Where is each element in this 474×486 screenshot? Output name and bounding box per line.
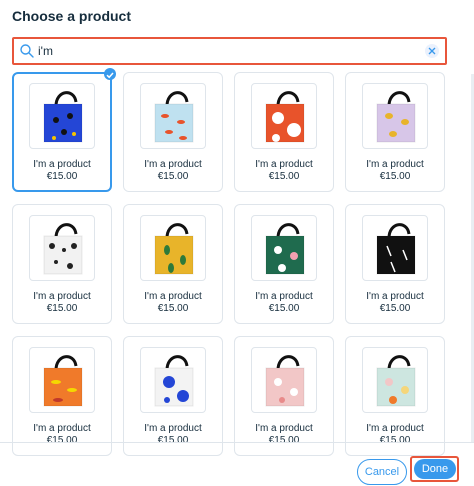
product-card[interactable]: I'm a product €15.00 — [123, 72, 223, 192]
product-name: I'm a product — [33, 423, 91, 434]
product-price: €15.00 — [46, 303, 78, 314]
product-card[interactable]: I'm a product €15.00 — [345, 72, 445, 192]
product-name: I'm a product — [144, 159, 202, 170]
product-card[interactable]: I'm a product €15.00 — [345, 336, 445, 456]
product-price: €15.00 — [46, 171, 78, 182]
product-image — [362, 215, 428, 281]
product-card[interactable]: I'm a product €15.00 — [234, 204, 334, 324]
product-price: €15.00 — [268, 171, 300, 182]
product-price: €15.00 — [157, 171, 189, 182]
search-box[interactable] — [12, 37, 447, 65]
clear-search-button[interactable] — [425, 44, 439, 58]
product-card[interactable]: I'm a product €15.00 — [123, 336, 223, 456]
product-price: €15.00 — [379, 171, 411, 182]
product-name: I'm a product — [144, 423, 202, 434]
product-card[interactable]: I'm a product €15.00 — [234, 336, 334, 456]
footer-divider — [0, 442, 474, 443]
product-name: I'm a product — [366, 291, 424, 302]
product-price: €15.00 — [379, 303, 411, 314]
product-name: I'm a product — [366, 423, 424, 434]
product-name: I'm a product — [255, 423, 313, 434]
product-image — [362, 83, 428, 149]
check-icon — [104, 68, 116, 80]
product-price: €15.00 — [46, 435, 78, 446]
product-card[interactable]: I'm a product €15.00 — [12, 336, 112, 456]
done-button[interactable]: Done — [414, 459, 456, 479]
product-image — [362, 347, 428, 413]
product-card[interactable]: I'm a product €15.00 — [12, 68, 116, 192]
product-name: I'm a product — [255, 159, 313, 170]
product-image — [140, 347, 206, 413]
product-card[interactable]: I'm a product €15.00 — [234, 72, 334, 192]
product-image — [251, 83, 317, 149]
product-image — [29, 215, 95, 281]
product-card[interactable]: I'm a product €15.00 — [123, 204, 223, 324]
product-image — [140, 83, 206, 149]
dialog-title: Choose a product — [12, 8, 132, 24]
product-image — [251, 347, 317, 413]
product-name: I'm a product — [366, 159, 424, 170]
product-name: I'm a product — [33, 291, 91, 302]
product-price: €15.00 — [379, 435, 411, 446]
product-price: €15.00 — [268, 435, 300, 446]
product-image — [29, 83, 95, 149]
product-price: €15.00 — [157, 435, 189, 446]
product-name: I'm a product — [144, 291, 202, 302]
product-image — [29, 347, 95, 413]
clear-icon — [428, 47, 436, 55]
product-name: I'm a product — [33, 159, 91, 170]
product-card[interactable]: I'm a product €15.00 — [12, 204, 112, 324]
product-price: €15.00 — [157, 303, 189, 314]
cancel-button[interactable]: Cancel — [357, 459, 407, 485]
product-image — [140, 215, 206, 281]
product-name: I'm a product — [255, 291, 313, 302]
search-input[interactable] — [38, 42, 418, 60]
search-icon — [19, 43, 35, 59]
product-card[interactable]: I'm a product €15.00 — [345, 204, 445, 324]
product-image — [251, 215, 317, 281]
product-price: €15.00 — [268, 303, 300, 314]
